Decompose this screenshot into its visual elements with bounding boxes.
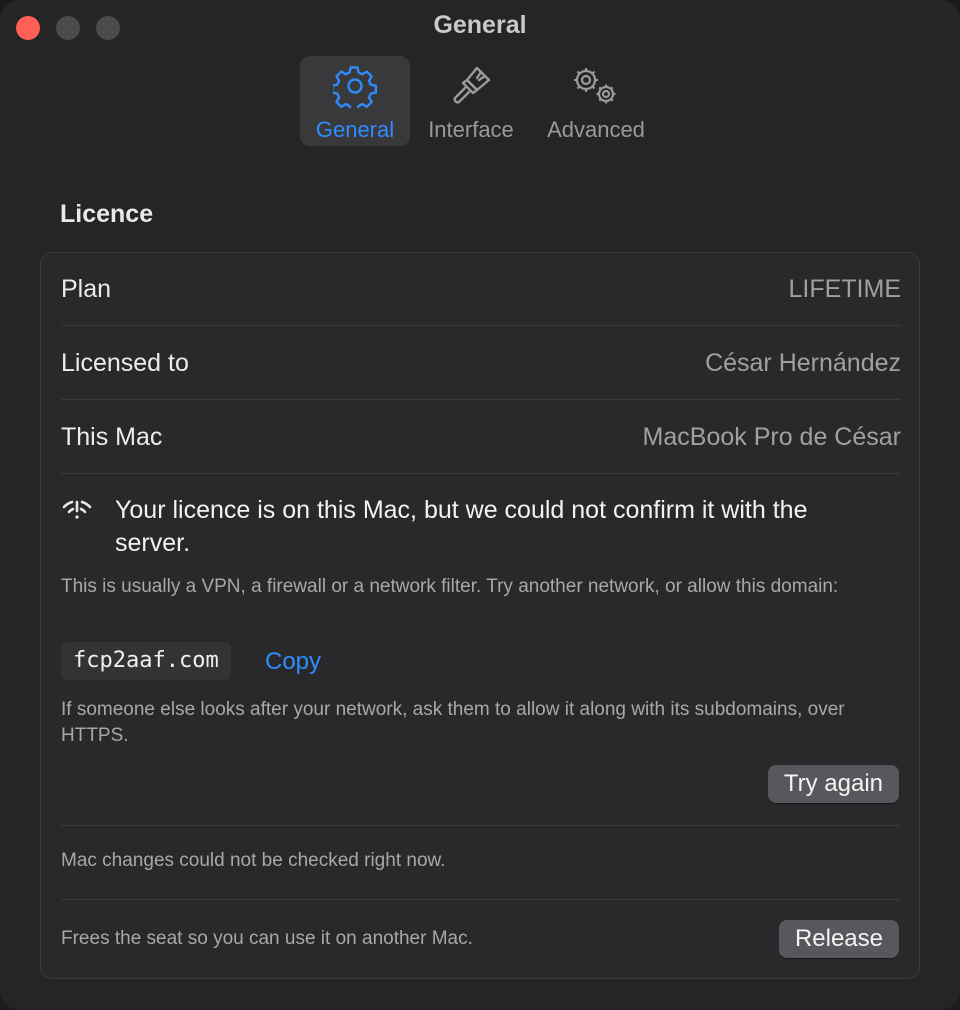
licence-section-title: Licence [60,200,154,228]
wifi-exclamation-icon [61,498,93,529]
tab-general-label: General [315,117,395,142]
paintbrush-icon [416,64,526,113]
tab-advanced[interactable]: Advanced [530,56,662,146]
domain-code: fcp2aaf.com [61,642,231,680]
tab-general[interactable]: General [300,56,410,146]
licensed-to-row: Licensed to César Hernández [61,327,901,400]
plan-row: Plan LIFETIME [61,253,901,326]
this-mac-label: This Mac [61,423,163,451]
gear-icon [300,64,410,113]
divider [61,899,901,900]
tab-interface-label: Interface [428,117,514,142]
divider [61,825,901,826]
tab-interface[interactable]: Interface [416,56,526,146]
copy-link[interactable]: Copy [265,648,321,676]
warning-title: Your licence is on this Mac, but we coul… [115,496,808,557]
release-description: Frees the seat so you can use it on anot… [61,928,473,949]
divider [61,473,901,474]
warning-description: This is usually a VPN, a firewall or a n… [61,576,839,597]
divider [61,399,901,400]
preferences-toolbar: General Interface Advanced [0,56,960,148]
this-mac-row: This Mac MacBook Pro de César [61,401,901,474]
tab-advanced-label: Advanced [547,117,645,142]
plan-label: Plan [61,275,112,303]
window-title: General [433,11,527,39]
licensed-to-value: César Hernández [705,349,901,377]
licensed-to-label: Licensed to [61,349,189,377]
plan-value: LIFETIME [788,275,901,303]
gears-icon [530,64,662,113]
mac-changes-status: Mac changes could not be checked right n… [61,850,446,871]
this-mac-value: MacBook Pro de César [642,423,901,451]
release-button[interactable]: Release [778,920,899,958]
preferences-window: General General Interface Advanced Licen… [0,0,960,1010]
divider [61,325,901,326]
licence-card: Plan LIFETIME Licensed to César Hernánde… [40,252,920,979]
try-again-button[interactable]: Try again [767,765,899,803]
network-admin-note: If someone else looks after your network… [61,699,845,746]
